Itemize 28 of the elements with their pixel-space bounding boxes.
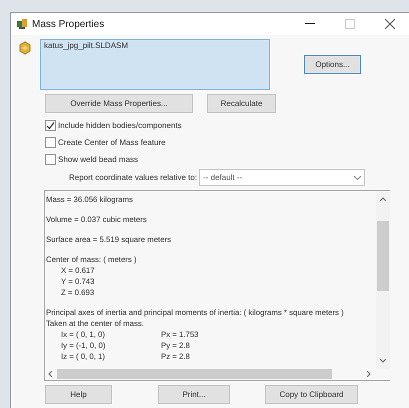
selection-list[interactable]: katus_jpg_pilt.SLDASM xyxy=(40,39,270,90)
footer-button[interactable]: Help xyxy=(45,385,112,404)
footer-button[interactable]: Print... xyxy=(158,385,230,404)
scroll-right-icon[interactable] xyxy=(367,371,371,377)
coordinate-dropdown[interactable]: -- default -- xyxy=(199,169,366,186)
footer-button[interactable]: Copy to Clipboard xyxy=(265,385,358,404)
checkbox[interactable] xyxy=(45,137,56,148)
close-icon xyxy=(385,19,395,29)
checkbox[interactable] xyxy=(45,120,56,131)
window-title: Mass Properties xyxy=(32,18,104,30)
app-icon xyxy=(16,18,28,30)
options-button[interactable]: Options... xyxy=(304,55,361,74)
vertical-scrollbar[interactable] xyxy=(376,191,390,369)
assembly-icon xyxy=(18,41,32,55)
scroll-up-icon[interactable] xyxy=(380,197,386,201)
checkbox[interactable] xyxy=(45,154,56,165)
maximize-icon xyxy=(345,19,355,29)
recalculate-button[interactable]: Recalculate xyxy=(207,94,276,113)
checkbox-label: Create Center of Mass feature xyxy=(58,138,166,147)
override-button[interactable]: Override Mass Properties... xyxy=(45,94,193,113)
checkbox-label: Include hidden bodies/components xyxy=(58,121,182,130)
scroll-left-icon[interactable] xyxy=(48,371,52,377)
minimize-icon xyxy=(305,23,315,25)
scroll-down-icon[interactable] xyxy=(380,359,386,363)
chevron-down-icon xyxy=(354,176,362,180)
checkbox-label: Show weld bead mass xyxy=(58,155,138,164)
list-item[interactable]: katus_jpg_pilt.SLDASM xyxy=(44,41,266,50)
coordinate-label: Report coordinate values relative to: xyxy=(69,173,198,182)
